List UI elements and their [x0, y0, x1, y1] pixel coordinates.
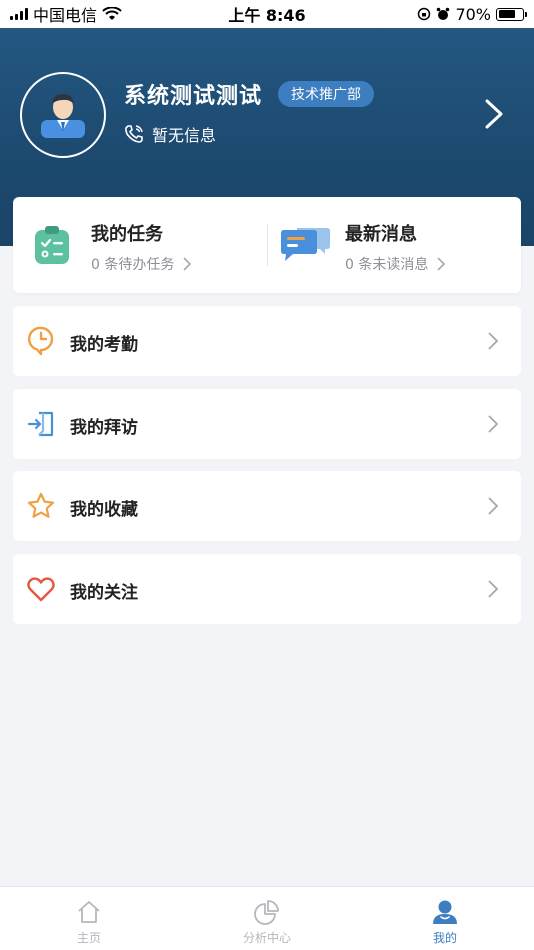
bottom-tab-bar: 主页 分析中心 我的	[0, 886, 534, 950]
enter-door-icon	[27, 410, 55, 438]
clipboard-task-icon	[35, 226, 69, 264]
profile-chevron-right-icon[interactable]	[482, 98, 506, 130]
menu-item-favorites[interactable]: 我的收藏	[13, 471, 521, 541]
heart-icon	[27, 575, 55, 603]
department-badge: 技术推广部	[278, 81, 374, 107]
avatar[interactable]	[20, 72, 106, 158]
pie-chart-icon	[254, 900, 279, 925]
tasks-subtitle: 0 条待办任务	[91, 254, 192, 274]
phone-text: 暂无信息	[152, 126, 217, 145]
home-icon	[78, 901, 100, 923]
star-icon	[27, 492, 55, 520]
tab-mine-label: 我的	[432, 931, 457, 945]
messages-title: 最新消息	[345, 224, 417, 245]
tasks-title: 我的任务	[91, 224, 163, 245]
tab-analysis-label: 分析中心	[242, 931, 291, 945]
messages-count: 0 条未读消息	[345, 257, 429, 273]
chevron-right-icon	[488, 415, 499, 433]
chevron-right-icon	[488, 497, 499, 515]
tab-analysis[interactable]: 分析中心	[178, 887, 356, 950]
summary-card: 我的任务 0 条待办任务 最新消息 0 条未读消息	[13, 197, 521, 293]
alarm-icon	[437, 7, 450, 20]
menu-item-visits[interactable]: 我的拜访	[13, 389, 521, 459]
chat-bubbles-icon	[281, 228, 330, 261]
battery-icon	[496, 7, 527, 21]
phone-icon	[125, 125, 143, 143]
menu-item-following[interactable]: 我的关注	[13, 554, 521, 624]
status-time: 上午 8:46	[228, 6, 306, 25]
chevron-right-icon	[183, 257, 192, 271]
my-tasks-item[interactable]: 我的任务 0 条待办任务	[13, 197, 267, 293]
clock-pin-icon	[27, 326, 55, 356]
latest-messages-item[interactable]: 最新消息 0 条未读消息	[267, 197, 521, 293]
chevron-right-icon	[488, 332, 499, 350]
chevron-right-icon	[488, 580, 499, 598]
user-avatar-icon	[41, 94, 85, 138]
tasks-count: 0 条待办任务	[91, 257, 175, 273]
chevron-right-icon	[437, 257, 446, 271]
menu-label-favorites: 我的收藏	[70, 500, 138, 520]
orientation-lock-icon	[418, 7, 431, 21]
phone-row: 暂无信息	[124, 122, 216, 146]
status-bar: 中国电信 上午 8:46 70%	[0, 0, 534, 28]
battery-percent: 70%	[455, 4, 491, 24]
user-icon	[433, 900, 457, 924]
signal-icon	[10, 8, 28, 20]
tab-home[interactable]: 主页	[0, 887, 178, 950]
tab-home-label: 主页	[76, 931, 101, 945]
menu-item-attendance[interactable]: 我的考勤	[13, 306, 521, 376]
menu-label-following: 我的关注	[70, 583, 138, 603]
menu-label-attendance: 我的考勤	[70, 335, 138, 355]
menu-label-visits: 我的拜访	[70, 418, 138, 438]
profile-name: 系统测试测试	[124, 84, 263, 109]
messages-subtitle: 0 条未读消息	[345, 254, 446, 274]
tab-mine[interactable]: 我的	[356, 887, 534, 950]
wifi-icon	[102, 7, 122, 20]
carrier-label: 中国电信	[33, 6, 98, 25]
